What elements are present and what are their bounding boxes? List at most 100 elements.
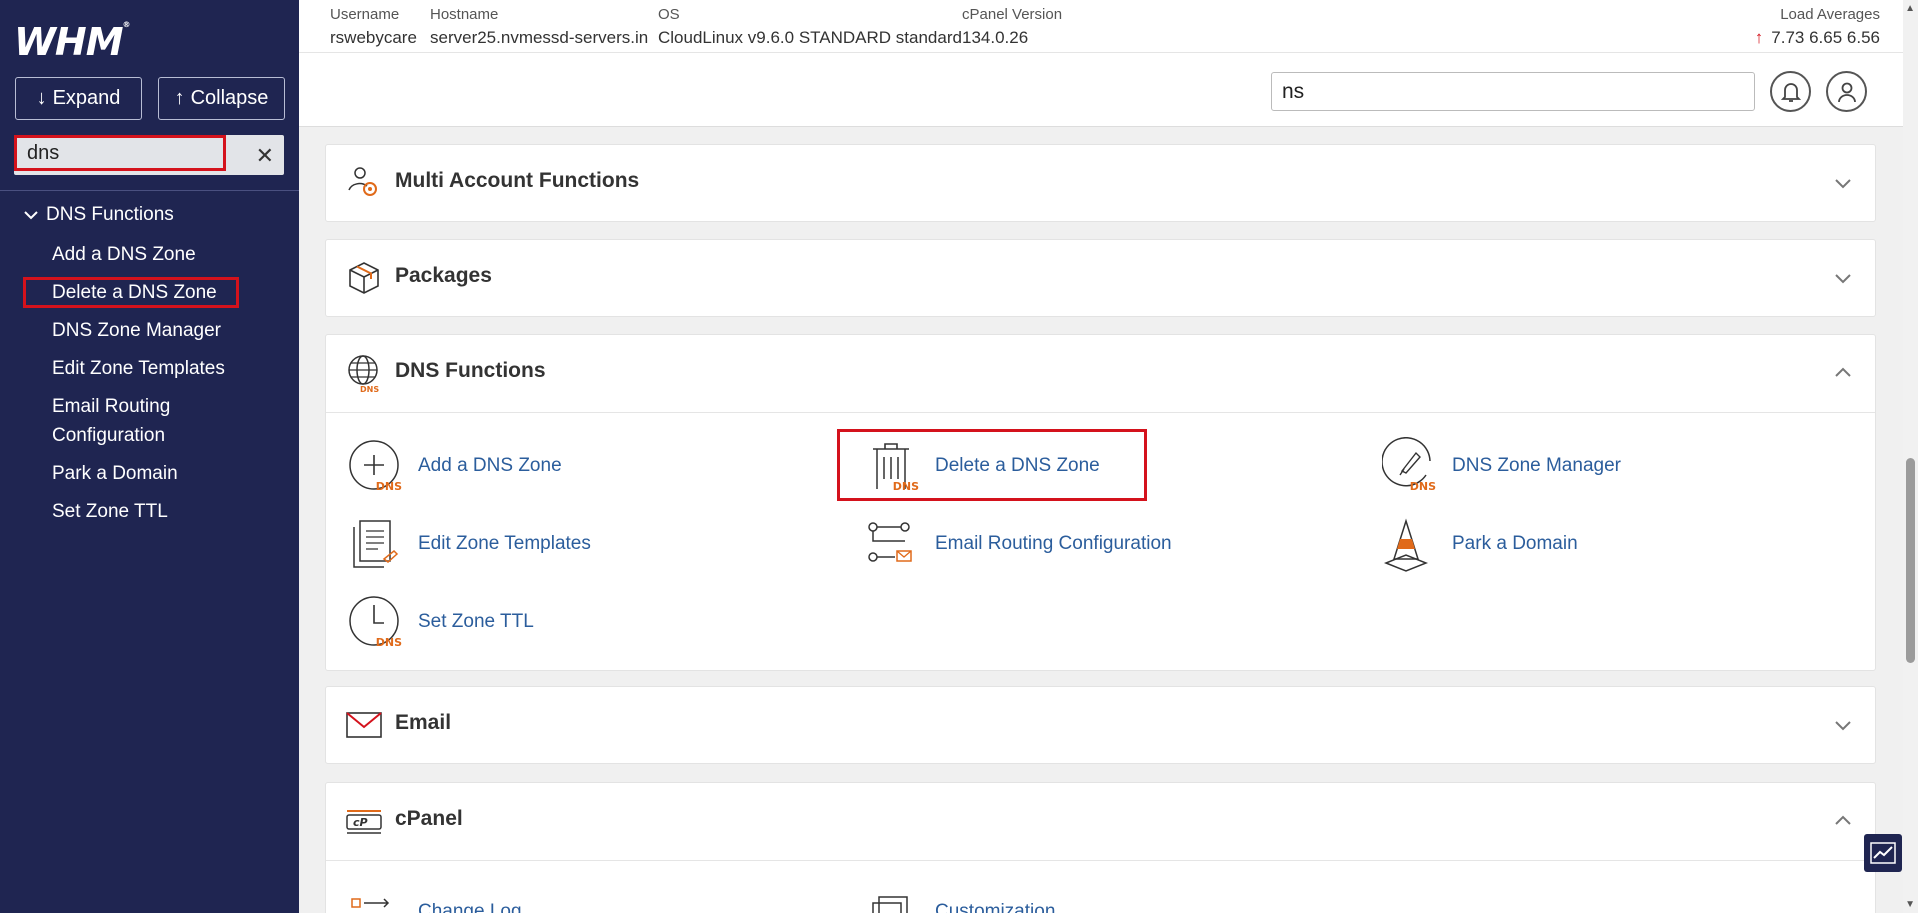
card-header[interactable]: Packages [326,240,1875,316]
sidebar-item-park-domain[interactable]: Park a Domain [52,459,178,488]
expand-button[interactable]: ↓ Expand [15,77,142,120]
logo-text: WHM [14,20,124,64]
tool-park-domain[interactable]: Park a Domain [1382,515,1578,573]
bell-icon [1780,82,1801,102]
card-header[interactable]: DNS DNS Functions [326,335,1875,411]
card-multi-account-functions: Multi Account Functions [325,144,1876,222]
os-value: CloudLinux v9.6.0 STANDARD standard [658,28,962,47]
card-header[interactable]: cP cPanel [326,783,1875,859]
info-username: Username rswebycare [330,6,417,48]
customization-icon [865,883,921,913]
change-log-icon [348,883,404,913]
dns-tag: DNS [375,636,402,649]
scroll-up-icon[interactable]: ▲ [1905,3,1915,14]
multi-account-icon [348,167,377,196]
user-menu-button[interactable] [1826,71,1867,112]
card-title: Packages [395,264,492,287]
scrollbar[interactable]: ▲ ▼ [1903,0,1918,913]
card-title: Email [395,711,452,734]
cpanel-version-label: cPanel Version [962,6,1063,23]
tool-change-log[interactable]: Change Log [348,883,522,913]
chevron-down-icon [24,211,38,220]
cpanel-version-value: 134.0.26 [962,28,1029,47]
clear-search-icon[interactable]: ✕ [256,143,274,169]
svg-text:DNS: DNS [360,385,379,393]
load-averages-value: 7.73 6.65 6.56 [1771,28,1880,47]
globe-dns-icon: DNS [348,355,379,393]
tool-delete-dns-zone[interactable]: DNS Delete a DNS Zone [865,437,1100,495]
sidebar-group-label: DNS Functions [46,204,174,225]
notifications-button[interactable] [1770,71,1811,112]
scrollbar-thumb[interactable] [1906,458,1915,663]
dns-tag: DNS [375,480,402,493]
tool-label[interactable]: Change Log [418,901,522,913]
tool-label[interactable]: DNS Zone Manager [1452,455,1621,477]
sidebar-search: ✕ [14,135,284,175]
chevron-up-icon[interactable] [1833,811,1853,831]
dns-tag: DNS [892,480,919,493]
sidebar-search-input[interactable] [14,135,226,171]
add-dns-zone-icon: DNS [348,437,404,495]
user-icon [1837,82,1856,102]
chevron-down-icon[interactable] [1833,173,1853,193]
tool-add-dns-zone[interactable]: DNS Add a DNS Zone [348,437,562,495]
card-header[interactable]: Multi Account Functions [326,145,1875,221]
os-label: OS [658,6,680,23]
username-value: rswebycare [330,28,417,47]
tool-customization[interactable]: Customization [865,883,1055,913]
card-email: Email [325,686,1876,764]
sidebar-item-add-dns-zone[interactable]: Add a DNS Zone [52,240,196,269]
whm-logo[interactable]: WHM® [14,20,131,64]
edit-templates-icon [348,515,404,573]
sidebar-item-dns-zone-manager[interactable]: DNS Zone Manager [52,316,221,345]
chevron-down-icon[interactable] [1833,268,1853,288]
load-averages-label: Load Averages [1780,6,1880,23]
sidebar-group-dns-functions[interactable]: DNS Functions [24,204,174,226]
tool-label[interactable]: Customization [935,901,1055,913]
expand-label: Expand [52,87,121,109]
header-divider [299,52,1903,53]
sidebar-item-edit-zone-templates[interactable]: Edit Zone Templates [52,354,225,383]
stats-button[interactable] [1864,834,1902,872]
email-routing-icon [865,515,921,573]
card-dns-functions: DNS DNS Functions DNS Add a DNS Zone DNS… [325,334,1876,671]
hostname-value: server25.nvmessd-servers.in [430,28,649,47]
traffic-cone-icon [1382,515,1438,573]
tool-label[interactable]: Park a Domain [1452,533,1578,555]
card-header[interactable]: Email [326,687,1875,763]
card-cpanel: cP cPanel Change Log Customization [325,782,1876,913]
info-hostname: Hostname server25.nvmessd-servers.in [430,6,648,48]
info-load-averages[interactable]: Load Averages ↑ 7.73 6.65 6.56 [1755,6,1880,48]
collapse-button[interactable]: ↑ Collapse [158,77,285,120]
sidebar-item-set-zone-ttl[interactable]: Set Zone TTL [52,497,168,526]
search-input[interactable] [1271,72,1755,111]
svg-text:cP: cP [353,816,368,829]
info-cpanel-version: cPanel Version 134.0.26 [962,6,1062,48]
hostname-label: Hostname [430,6,499,23]
arrow-down-icon: ↓ [36,87,47,109]
tool-label[interactable]: Add a DNS Zone [418,455,562,477]
cpanel-icon: cP [346,810,382,834]
tool-dns-zone-manager[interactable]: DNS DNS Zone Manager [1382,437,1621,495]
sidebar: WHM® ↓ Expand ↑ Collapse ✕ DNS Functions… [0,0,299,913]
arrow-up-icon: ↑ [1754,28,1764,47]
chart-icon [1870,842,1896,864]
card-title: DNS Functions [395,359,546,382]
envelope-icon [346,712,382,738]
tool-label[interactable]: Delete a DNS Zone [935,455,1100,477]
tool-email-routing[interactable]: Email Routing Configuration [865,515,1172,573]
info-os: OS CloudLinux v9.6.0 STANDARD standard [658,6,962,48]
scroll-down-icon[interactable]: ▼ [1905,899,1915,910]
tool-label[interactable]: Edit Zone Templates [418,533,591,555]
tool-set-zone-ttl[interactable]: DNS Set Zone TTL [348,593,534,651]
tool-label[interactable]: Email Routing Configuration [935,533,1172,555]
chevron-up-icon[interactable] [1833,363,1853,383]
tool-label[interactable]: Set Zone TTL [418,611,534,633]
sidebar-divider [0,190,299,191]
trash-dns-icon: DNS [865,437,921,495]
card-title: Multi Account Functions [395,169,640,192]
chevron-down-icon[interactable] [1833,715,1853,735]
sidebar-item-email-routing[interactable]: Email Routing Configuration [52,392,252,450]
tool-edit-zone-templates[interactable]: Edit Zone Templates [348,515,591,573]
sidebar-item-delete-dns-zone[interactable]: Delete a DNS Zone [52,278,217,307]
